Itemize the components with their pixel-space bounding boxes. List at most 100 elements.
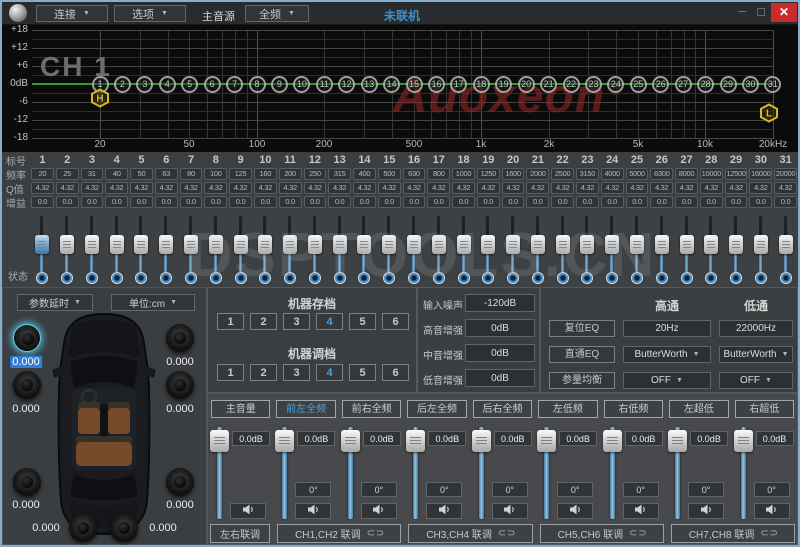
freq-cell[interactable]: 315 [328, 168, 351, 180]
q-cell[interactable]: 4.32 [155, 182, 178, 194]
gain-cell[interactable]: 0.0 [526, 196, 549, 208]
strip-select-button[interactable]: 左低频 [538, 400, 597, 418]
strip-slider-handle[interactable] [603, 430, 622, 452]
freq-cell[interactable]: 500 [378, 168, 401, 180]
eq-band-node[interactable]: 30 [742, 76, 759, 93]
delay-value[interactable]: 0.000 [10, 499, 42, 511]
q-cell[interactable]: 4.32 [180, 182, 203, 194]
q-cell[interactable]: 4.32 [229, 182, 252, 194]
q-cell[interactable]: 4.32 [675, 182, 698, 194]
freq-cell[interactable]: 1250 [477, 168, 500, 180]
low-marker-icon[interactable]: L [759, 103, 779, 123]
delay-knob[interactable] [69, 514, 97, 542]
delay-value[interactable]: 0.000 [164, 356, 196, 368]
eq-band-slider[interactable] [531, 235, 545, 254]
freq-cell[interactable]: 630 [403, 168, 426, 180]
gain-cell[interactable]: 0.0 [427, 196, 450, 208]
gain-cell[interactable]: 0.0 [155, 196, 178, 208]
strip-gain-value[interactable]: 0.0dB [559, 431, 597, 446]
reset-eq-button[interactable]: 复位EQ [549, 320, 615, 337]
gain-cell[interactable]: 0.0 [353, 196, 376, 208]
preset-slot-button[interactable]: 4 [316, 313, 343, 330]
eq-band-slider[interactable] [779, 235, 793, 254]
gain-cell[interactable]: 0.0 [328, 196, 351, 208]
band-toggle[interactable] [185, 272, 197, 284]
freq-cell[interactable]: 8000 [675, 168, 698, 180]
close-button[interactable]: ✕ [771, 3, 797, 22]
band-toggle[interactable] [458, 272, 470, 284]
link-button[interactable]: CH5,CH6 联调⊂ ⊃ [540, 524, 664, 543]
eq-band-node[interactable]: 8 [249, 76, 266, 93]
q-cell[interactable]: 4.32 [81, 182, 104, 194]
highpass-state-select[interactable]: OFF ▼ [623, 372, 711, 389]
eq-band-node[interactable]: 11 [316, 76, 333, 93]
eq-band-slider[interactable] [134, 235, 148, 254]
band-toggle[interactable] [259, 272, 271, 284]
q-cell[interactable]: 4.32 [31, 182, 54, 194]
preset-slot-button[interactable]: 1 [217, 364, 244, 381]
delay-unit-select[interactable]: 单位:cm ▼ [111, 294, 195, 311]
gain-cell[interactable]: 0.0 [650, 196, 673, 208]
eq-band-slider[interactable] [110, 235, 124, 254]
strip-select-button[interactable]: 后左全频 [407, 400, 466, 418]
q-cell[interactable]: 4.32 [279, 182, 302, 194]
freq-cell[interactable]: 16000 [749, 168, 772, 180]
eq-band-slider[interactable] [506, 235, 520, 254]
delay-knob[interactable] [13, 371, 41, 399]
band-toggle[interactable] [532, 272, 544, 284]
eq-band-slider[interactable] [234, 235, 248, 254]
gain-cell[interactable]: 0.0 [675, 196, 698, 208]
freq-cell[interactable]: 3150 [576, 168, 599, 180]
strip-mute-button[interactable] [426, 503, 462, 519]
delay-knob[interactable] [13, 468, 41, 496]
strip-select-button[interactable]: 左超低 [669, 400, 728, 418]
boost-value[interactable]: -120dB [465, 294, 535, 312]
eq-band-node[interactable]: 4 [159, 76, 176, 93]
freq-cell[interactable]: 160 [254, 168, 277, 180]
strip-gain-value[interactable]: 0.0dB [494, 431, 532, 446]
eq-band-node[interactable]: 23 [585, 76, 602, 93]
freq-cell[interactable]: 20 [31, 168, 54, 180]
eq-band-slider[interactable] [605, 235, 619, 254]
strip-phase-button[interactable]: 0° [688, 482, 724, 497]
lowpass-type-select[interactable]: ButterWorth ▼ [719, 346, 793, 363]
band-toggle[interactable] [730, 272, 742, 284]
band-toggle[interactable] [358, 272, 370, 284]
eq-band-node[interactable]: 10 [293, 76, 310, 93]
q-cell[interactable]: 4.32 [328, 182, 351, 194]
strip-slider-handle[interactable] [668, 430, 687, 452]
eq-band-slider[interactable] [258, 235, 272, 254]
eq-band-slider[interactable] [159, 235, 173, 254]
strip-select-button[interactable]: 主音量 [211, 400, 270, 418]
gain-cell[interactable]: 0.0 [576, 196, 599, 208]
gain-cell[interactable]: 0.0 [502, 196, 525, 208]
band-toggle[interactable] [557, 272, 569, 284]
freq-cell[interactable]: 4000 [601, 168, 624, 180]
eq-band-node[interactable]: 2 [114, 76, 131, 93]
eq-band-slider[interactable] [60, 235, 74, 254]
strip-phase-button[interactable]: 0° [361, 482, 397, 497]
band-toggle[interactable] [507, 272, 519, 284]
eq-band-node[interactable]: 31 [764, 76, 781, 93]
q-cell[interactable]: 4.32 [304, 182, 327, 194]
delay-value[interactable]: 0.000 [164, 403, 196, 415]
highpass-freq-field[interactable]: 20Hz [623, 320, 711, 337]
q-cell[interactable]: 4.32 [477, 182, 500, 194]
eq-band-slider[interactable] [432, 235, 446, 254]
band-toggle[interactable] [210, 272, 222, 284]
strip-select-button[interactable]: 后右全频 [473, 400, 532, 418]
eq-band-slider[interactable] [357, 235, 371, 254]
strip-phase-button[interactable]: 0° [557, 482, 593, 497]
highpass-type-select[interactable]: ButterWorth ▼ [623, 346, 711, 363]
preset-slot-button[interactable]: 3 [283, 313, 310, 330]
band-toggle[interactable] [408, 272, 420, 284]
gain-cell[interactable]: 0.0 [725, 196, 748, 208]
q-cell[interactable]: 4.32 [700, 182, 723, 194]
eq-band-node[interactable]: 12 [338, 76, 355, 93]
band-toggle[interactable] [160, 272, 172, 284]
strip-gain-value[interactable]: 0.0dB [363, 431, 401, 446]
band-toggle[interactable] [755, 272, 767, 284]
eq-band-node[interactable]: 6 [204, 76, 221, 93]
eq-band-slider[interactable] [209, 235, 223, 254]
strip-mute-button[interactable] [361, 503, 397, 519]
